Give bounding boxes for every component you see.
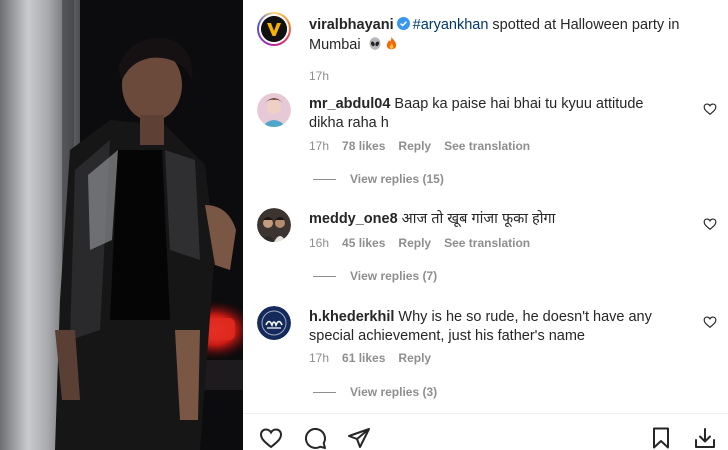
comment-text-block: meddy_one8 आज तो खूब गांजा फूका होगा bbox=[309, 210, 679, 229]
comment-meta: 17h 78 likes Reply See translation bbox=[309, 139, 530, 153]
post-photo-illustration bbox=[0, 0, 243, 450]
heart-icon[interactable] bbox=[259, 426, 283, 450]
view-replies-button[interactable]: View replies (15) bbox=[313, 172, 444, 186]
post-timestamp[interactable]: 17h bbox=[309, 69, 329, 83]
fire-emoji-icon bbox=[385, 37, 398, 57]
comment-username[interactable]: h.khederkhil bbox=[309, 309, 394, 325]
verified-badge-icon bbox=[396, 16, 410, 30]
comment-like-heart-icon[interactable] bbox=[703, 102, 717, 116]
post-author-username[interactable]: viralbhayani bbox=[309, 17, 394, 33]
comment-like-heart-icon[interactable] bbox=[703, 315, 717, 329]
comment-username[interactable]: mr_abdul04 bbox=[309, 96, 390, 112]
caption-hashtag[interactable]: #aryankhan bbox=[413, 17, 489, 33]
view-replies-button[interactable]: View replies (3) bbox=[313, 385, 437, 399]
comment-meta: 16h 45 likes Reply See translation bbox=[309, 236, 530, 250]
view-replies-divider bbox=[313, 391, 336, 393]
post-action-bar bbox=[243, 414, 728, 450]
comment-text-block: mr_abdul04 Baap ka paise hai bhai tu kyuu… bbox=[309, 95, 679, 133]
view-replies-label: View replies (7) bbox=[350, 269, 438, 283]
view-replies-divider bbox=[313, 178, 336, 180]
comment-time[interactable]: 16h bbox=[309, 236, 329, 250]
comment-text-block: h.khederkhil Why is he so rude, he doesn'… bbox=[309, 308, 679, 346]
comment-text: आज तो खूब गांजा फूका होगा bbox=[401, 211, 556, 227]
comment-reply-button[interactable]: Reply bbox=[398, 351, 431, 365]
commenter-avatar[interactable] bbox=[257, 306, 291, 340]
view-replies-label: View replies (3) bbox=[350, 385, 438, 399]
view-replies-button[interactable]: View replies (7) bbox=[313, 269, 437, 283]
commenter-avatar[interactable] bbox=[257, 208, 291, 242]
comment-likes[interactable]: 78 likes bbox=[342, 139, 385, 153]
see-translation-button[interactable]: See translation bbox=[444, 236, 530, 250]
comment-time[interactable]: 17h bbox=[309, 351, 329, 365]
viralbhayani-logo bbox=[261, 16, 287, 42]
comment-likes[interactable]: 61 likes bbox=[342, 351, 385, 365]
comments-panel: viralbhayani #aryankhan spotted at Hallow… bbox=[243, 0, 728, 450]
comment-like-heart-icon[interactable] bbox=[703, 217, 717, 231]
download-icon[interactable] bbox=[693, 426, 717, 450]
see-translation-button[interactable]: See translation bbox=[444, 139, 530, 153]
comment-time[interactable]: 17h bbox=[309, 139, 329, 153]
alien-emoji-icon bbox=[368, 37, 382, 57]
post-author-avatar[interactable] bbox=[257, 12, 291, 46]
comment-reply-button[interactable]: Reply bbox=[398, 139, 431, 153]
caption-text: viralbhayani #aryankhan spotted at Hallow… bbox=[309, 15, 709, 57]
comment-meta: 17h 61 likes Reply bbox=[309, 351, 431, 365]
comment-reply-button[interactable]: Reply bbox=[398, 236, 431, 250]
view-replies-label: View replies (15) bbox=[350, 172, 444, 186]
commenter-avatar[interactable] bbox=[257, 93, 291, 127]
comment-likes[interactable]: 45 likes bbox=[342, 236, 385, 250]
comment-bubble-icon[interactable] bbox=[303, 426, 327, 450]
bookmark-icon[interactable] bbox=[649, 426, 673, 450]
view-replies-divider bbox=[313, 275, 336, 277]
comment-username[interactable]: meddy_one8 bbox=[309, 211, 398, 227]
post-photo bbox=[0, 0, 243, 450]
paper-plane-icon[interactable] bbox=[347, 426, 371, 450]
